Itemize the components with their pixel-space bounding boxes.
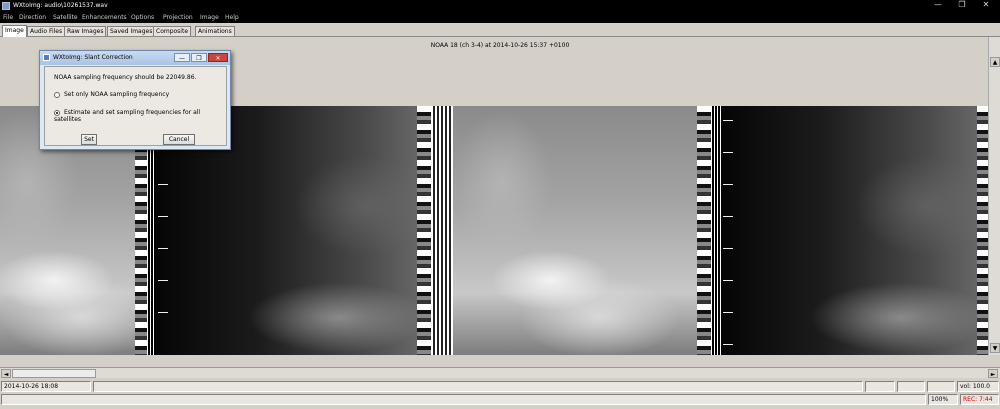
tick-mark — [723, 184, 733, 185]
tick-mark — [723, 216, 733, 217]
maximize-button[interactable]: ❐ — [950, 0, 974, 11]
dialog-title: WXtoImg: Slant Correction — [53, 54, 133, 61]
tab-raw-images[interactable]: Raw Images — [64, 26, 107, 36]
option-all-satellites[interactable]: Estimate and set sampling frequencies fo… — [54, 109, 226, 123]
tick-mark — [158, 184, 168, 185]
tick-mark — [158, 280, 168, 281]
app-icon — [2, 2, 10, 10]
status-message — [93, 381, 863, 392]
tick-mark — [158, 216, 168, 217]
dialog-maximize-button[interactable]: ❐ — [191, 53, 207, 62]
telemetry-strip-b — [417, 106, 431, 355]
scroll-up-icon[interactable]: ▲ — [990, 57, 1000, 67]
set-button[interactable]: Set — [81, 134, 97, 145]
tab-composite[interactable]: Composite — [153, 26, 192, 36]
menu-satellite[interactable]: Satellite — [53, 14, 78, 21]
slant-correction-dialog: WXtoImg: Slant Correction — ❐ ✕ NOAA sam… — [39, 50, 231, 150]
tab-saved-images[interactable]: Saved Images — [107, 26, 156, 36]
scroll-down-icon[interactable]: ▼ — [990, 343, 1000, 353]
status-volume: vol: 100.0 — [957, 381, 999, 392]
image-channel-a-right — [453, 106, 697, 355]
dialog-body: NOAA sampling frequency should be 22049.… — [44, 66, 227, 146]
scroll-right-icon[interactable]: ► — [988, 369, 998, 378]
radio-selected-icon[interactable] — [54, 109, 60, 116]
option-noaa-only[interactable]: Set only NOAA sampling frequency — [54, 91, 169, 98]
minimize-button[interactable]: — — [926, 0, 950, 11]
status-datetime: 2014-10-26 18:08 — [1, 381, 91, 392]
tick-mark — [723, 312, 733, 313]
window-titlebar: WXtoImg: audio\10261537.wav — ❐ ✕ — [0, 0, 1000, 12]
telemetry-strip-c — [697, 106, 711, 355]
status-field — [865, 381, 895, 392]
dialog-close-button[interactable]: ✕ — [208, 53, 228, 62]
option-label: Set only NOAA sampling frequency — [64, 91, 170, 98]
tick-mark — [723, 152, 733, 153]
tick-mark — [158, 248, 168, 249]
dialog-app-icon — [43, 54, 50, 61]
tick-mark — [723, 248, 733, 249]
close-button[interactable]: ✕ — [974, 0, 998, 11]
status-field — [897, 381, 925, 392]
window-title: WXtoImg: audio\10261537.wav — [13, 2, 108, 9]
telemetry-strip-d — [977, 106, 988, 355]
menu-bar: File Direction Satellite Enhancements Op… — [0, 12, 1000, 23]
menu-enhancements[interactable]: Enhancements — [82, 14, 127, 21]
menu-projection[interactable]: Projection — [163, 14, 193, 21]
status-bar: 2014-10-26 18:08 vol: 100.0 100% REC: 7:… — [0, 378, 1000, 409]
tab-animations[interactable]: Animations — [195, 26, 235, 36]
status-field — [927, 381, 955, 392]
dialog-message: NOAA sampling frequency should be 22049.… — [54, 74, 197, 81]
image-channel-b-right — [721, 106, 977, 355]
sync-strip-c — [711, 106, 721, 355]
menu-image[interactable]: Image — [200, 14, 219, 21]
scroll-left-icon[interactable]: ◄ — [1, 369, 11, 378]
menu-options[interactable]: Options — [131, 14, 154, 21]
tick-mark — [723, 120, 733, 121]
dialog-titlebar: WXtoImg: Slant Correction — ❐ ✕ — [40, 51, 230, 65]
status-zoom: 100% — [928, 394, 958, 405]
radio-icon[interactable] — [54, 91, 60, 98]
image-caption: NOAA 18 (ch 3-4) at 2014-10-26 15:37 +01… — [430, 42, 570, 49]
menu-file[interactable]: File — [3, 14, 13, 21]
cancel-button[interactable]: Cancel — [163, 134, 195, 145]
scroll-thumb[interactable] — [12, 369, 96, 378]
tick-mark — [158, 312, 168, 313]
menu-direction[interactable]: Direction — [19, 14, 46, 21]
menu-help[interactable]: Help — [225, 14, 239, 21]
sync-strip-b — [431, 106, 453, 355]
status-rec: REC: 7:44 — [960, 394, 999, 405]
tab-audio-files[interactable]: Audio Files — [27, 26, 66, 36]
tab-image[interactable]: Image — [2, 25, 27, 37]
option-label: Estimate and set sampling frequencies fo… — [54, 109, 201, 123]
tab-bar: Image Audio Files Raw Images Saved Image… — [0, 23, 1000, 37]
vertical-scrollbar[interactable]: ▲ ▼ — [988, 37, 1000, 355]
tick-mark — [723, 280, 733, 281]
horizontal-scrollbar[interactable]: ◄ ► — [0, 367, 1000, 378]
dialog-minimize-button[interactable]: — — [174, 53, 190, 62]
tick-mark — [723, 344, 733, 345]
status-progress — [1, 394, 926, 405]
